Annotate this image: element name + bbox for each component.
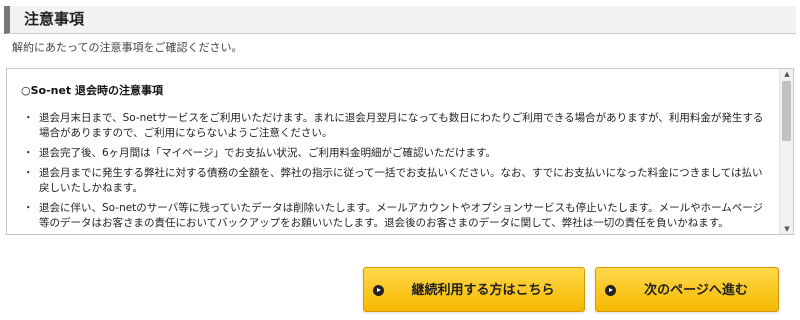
bullet: ・ xyxy=(23,147,34,159)
section-header: 注意事項 xyxy=(4,6,796,34)
next-page-button-label: 次のページへ進む xyxy=(644,283,748,298)
scrollbar[interactable]: ▲ ▼ xyxy=(779,69,793,234)
bullet: ・ xyxy=(23,112,34,124)
scroll-down-arrow-icon[interactable]: ▼ xyxy=(780,224,793,234)
notice-item-text: 退会完了後、6ヶ月間は「マイページ」でお支払い状況、ご利用料金明細がご確認いただ… xyxy=(39,147,496,159)
notice-item: ・ 退会に伴い、So-netのサーバ等に残っていたデータは削除いたします。メール… xyxy=(21,201,769,231)
next-page-button[interactable]: 次のページへ進む xyxy=(595,267,779,312)
circle-arrow-right-icon xyxy=(605,285,616,296)
continue-using-button[interactable]: 継続利用する方はこちら xyxy=(363,267,585,312)
bullet: ・ xyxy=(23,202,34,214)
section-title: 注意事項 xyxy=(24,10,85,28)
notice-item: ・ 退会完了後、6ヶ月間は「マイページ」でお支払い状況、ご利用料金明細がご確認い… xyxy=(21,146,769,161)
scroll-up-arrow-icon[interactable]: ▲ xyxy=(780,69,793,79)
notice-content: ○So-net 退会時の注意事項 ・ 退会月末日まで、So-netサービスをご利… xyxy=(7,69,779,234)
scroll-thumb[interactable] xyxy=(782,81,791,141)
notice-item: ・ 退会月末日まで、So-netサービスをご利用いただけます。まれに退会月翌月に… xyxy=(21,111,769,141)
notice-item-text: 退会に伴い、So-netのサーバ等に残っていたデータは削除いたします。メールアカ… xyxy=(39,202,764,229)
notice-heading: ○So-net 退会時の注意事項 xyxy=(21,84,164,97)
notice-box: ○So-net 退会時の注意事項 ・ 退会月末日まで、So-netサービスをご利… xyxy=(6,68,794,235)
notice-list: ・ 退会月末日まで、So-netサービスをご利用いただけます。まれに退会月翌月に… xyxy=(21,111,769,231)
intro-text: 解約にあたっての注意事項をご確認ください。 xyxy=(12,41,243,54)
bullet: ・ xyxy=(23,167,34,179)
continue-using-button-label: 継続利用する方はこちら xyxy=(411,283,555,298)
circle-arrow-right-icon xyxy=(373,285,384,296)
notice-item-text: 退会月末日まで、So-netサービスをご利用いただけます。まれに退会月翌月になっ… xyxy=(39,112,764,139)
notice-item-text: 退会月までに発生する弊社に対する債務の全額を、弊社の指示に従って一括でお支払いく… xyxy=(39,167,763,194)
notice-item: ・ 退会月までに発生する弊社に対する債務の全額を、弊社の指示に従って一括でお支払… xyxy=(21,166,769,196)
